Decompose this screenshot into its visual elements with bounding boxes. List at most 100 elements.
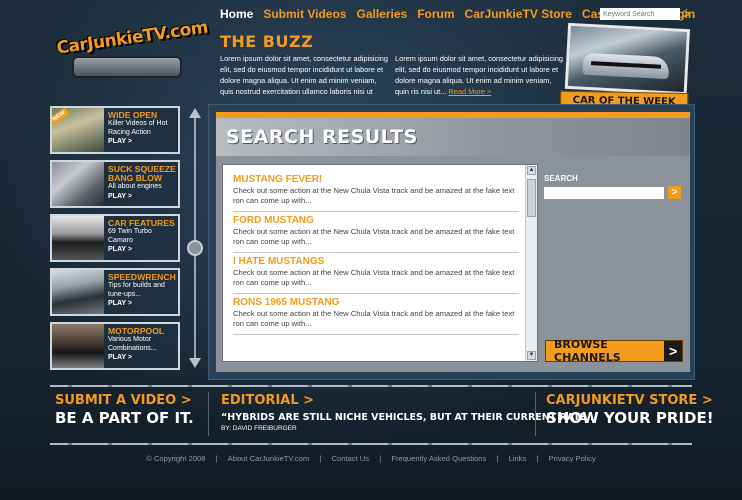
promo-submit-sub: BE A PART OF IT. [55,409,194,427]
sidebar-item-title: SPEEDWRENCH [108,272,176,282]
sidebar-item-title: CAR FEATURES [108,218,175,228]
hotrod-thumbnail [52,270,104,314]
browse-channels-label: BROWSE CHANNELS [554,338,621,364]
read-more-link[interactable]: Read More > [448,87,491,96]
camaro-thumbnail [52,216,104,260]
car-icon [582,52,670,80]
footer-separator: | [536,454,539,463]
play-link[interactable]: PLAY > [108,138,178,145]
result-item[interactable]: RONS 1965 MUSTANG Check out some action … [233,294,519,335]
page-title: SEARCH RESULTS [226,126,418,148]
sidebar-item-title: SUCK SQUEEZE BANG BLOW [108,164,176,183]
arrow-right-icon: > [664,341,682,361]
scroll-down-arrow-icon[interactable] [189,358,201,368]
sidebar-item-desc: Tips for builds and tune-ups... [108,282,165,298]
sidebar-item-desc: 69 Twin Turbo Camaro [108,228,152,244]
sidebar-scroller[interactable] [187,108,203,368]
engine-thumbnail [52,162,104,206]
header-search: > [600,7,691,20]
sidebar-item-wide-open[interactable]: NEW WIDE OPEN Killer Videos of Hot Racin… [50,106,180,154]
play-link[interactable]: PLAY > [108,246,178,253]
result-item[interactable]: FORD MUSTANG Check out some action at th… [233,212,519,253]
car-of-week-photo [564,22,691,96]
result-title[interactable]: I HATE MUSTANGS [233,256,519,268]
editorial-byline: BY: DAVID FREIBURGER [221,425,297,432]
play-link[interactable]: PLAY > [108,354,178,361]
wide-open-thumbnail: NEW [52,108,104,152]
play-link[interactable]: PLAY > [108,193,178,200]
promo-submit[interactable]: SUBMIT A VIDEO > BE A PART OF IT. [55,393,194,427]
footer-separator: | [319,454,322,463]
footer: © Copyright 2008 | About CarJunkieTV.com… [0,454,742,463]
site-logo[interactable]: CarJunkieTV.com [52,17,209,82]
footer-separator: | [496,454,499,463]
sidebar-item-speedwrench[interactable]: SPEEDWRENCH Tips for builds and tune-ups… [50,268,180,316]
promo-editorial-heading[interactable]: EDITORIAL > [221,393,597,409]
promo-store-heading[interactable]: CARJUNKIETV STORE > [546,393,714,409]
motorpool-thumbnail [52,324,104,368]
promo-divider [535,392,536,436]
result-desc: Check out some action at the New Chula V… [233,186,515,205]
sidebar-item-title: MOTORPOOL [108,326,165,336]
promo-store-sub: SHOW YOUR PRIDE! [546,409,714,427]
nav-store[interactable]: CarJunkieTV Store [465,7,572,21]
search-go-icon[interactable]: > [683,7,691,20]
search-label: SEARCH [544,174,578,183]
footer-link-faq[interactable]: Frequently Asked Questions [391,454,486,463]
copyright-text: © Copyright 2008 [146,454,206,463]
editorial-quote: “HYBRIDS ARE STILL NICHE VEHICLES, BUT A… [221,412,598,423]
scroll-down-icon[interactable]: ▼ [527,351,536,360]
scrollbar-thumb[interactable] [527,179,536,217]
sidebar-item-car-features[interactable]: CAR FEATURES 69 Twin Turbo Camaro PLAY > [50,214,180,262]
keyword-search-input[interactable] [600,8,680,20]
sidebar-item-desc: Killer Videos of Hot Racing Action [108,120,168,136]
promo-submit-heading[interactable]: SUBMIT A VIDEO > [55,393,194,409]
buzz-title: THE BUZZ [220,32,314,51]
results-list: MUSTANG FEVER! Check out some action at … [233,171,519,335]
promo-store[interactable]: CARJUNKIETV STORE > SHOW YOUR PRIDE! [546,393,714,427]
nav-forum[interactable]: Forum [417,7,454,21]
browse-channels-button[interactable]: BROWSE CHANNELS > [545,338,683,364]
promo-divider [208,392,209,436]
footer-link-about[interactable]: About CarJunkieTV.com [228,454,310,463]
result-desc: Check out some action at the New Chula V… [233,309,515,328]
results-scrollbar[interactable]: ▲ ▼ [525,165,537,361]
nav-galleries[interactable]: Galleries [356,7,407,21]
side-search: SEARCH > [544,174,681,199]
results-box: MUSTANG FEVER! Check out some action at … [222,164,538,362]
nav-submit-videos[interactable]: Submit Videos [263,7,346,21]
nav-home[interactable]: Home [220,7,253,21]
logo-text: CarJunkieTV.com [55,17,210,59]
footer-separator: | [215,454,218,463]
footer-separator: | [379,454,382,463]
result-title[interactable]: MUSTANG FEVER! [233,174,519,186]
result-desc: Check out some action at the New Chula V… [233,227,515,246]
search-submit-button[interactable]: > [668,186,681,199]
buzz-column-2: Lorem ipsum dolor sit amet, consectetur … [395,53,563,97]
result-desc: Check out some action at the New Chula V… [233,268,515,287]
buzz-text-1: Lorem ipsum dolor sit amet, consectetur … [220,54,389,96]
footer-link-contact[interactable]: Contact Us [332,454,370,463]
result-title[interactable]: RONS 1965 MUSTANG [233,297,519,309]
engine-emblem-icon [72,56,182,78]
sidebar-item-motorpool[interactable]: MOTORPOOL Various Motor Combinations... … [50,322,180,370]
divider-bottom [50,443,692,445]
scroller-track [194,116,196,362]
scroller-knob-icon[interactable] [187,240,203,256]
promo-editorial[interactable]: EDITORIAL > “HYBRIDS ARE STILL NICHE VEH… [221,393,597,432]
result-item[interactable]: MUSTANG FEVER! Check out some action at … [233,171,519,212]
result-item[interactable]: I HATE MUSTANGS Check out some action at… [233,253,519,294]
sidebar-item-suck-squeeze[interactable]: SUCK SQUEEZE BANG BLOW All about engines… [50,160,180,208]
divider-top [50,385,692,387]
footer-link-links[interactable]: Links [509,454,527,463]
search-input[interactable] [544,186,664,199]
footer-link-privacy[interactable]: Privacy Policy [549,454,596,463]
buzz-column-1: Lorem ipsum dolor sit amet, consectetur … [220,53,388,97]
scroll-up-icon[interactable]: ▲ [527,166,536,175]
sidebar-item-desc: Various Motor Combinations... [108,336,157,352]
sidebar-item-desc: All about engines [108,183,162,190]
car-of-the-week[interactable]: CAR OF THE WEEK [560,22,691,112]
play-link[interactable]: PLAY > [108,300,178,307]
result-title[interactable]: FORD MUSTANG [233,215,519,227]
scroll-up-arrow-icon[interactable] [189,108,201,118]
